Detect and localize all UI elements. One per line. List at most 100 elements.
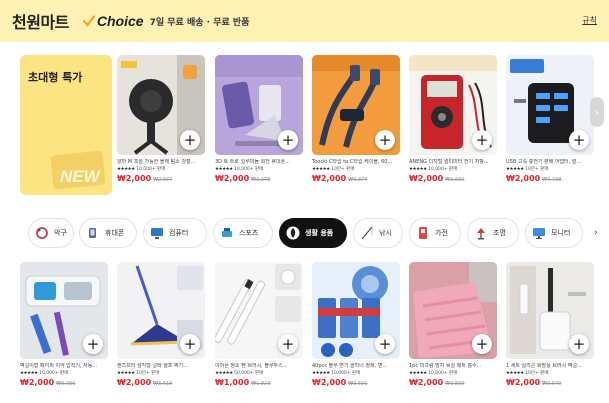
choice-banner: 천원마트 Choice 7일 무료 배송 · 무료 반품 규칙 [0,0,609,42]
category-label: 악구 [54,229,67,237]
phone-holder-icon [89,228,96,238]
category-next-icon[interactable]: › [594,228,598,238]
product-image[interactable]: + [506,55,594,155]
add-to-cart-button[interactable]: + [278,334,298,354]
rules-link[interactable]: 규칙 [582,15,597,26]
product-card[interactable]: + 이어폰 청소 펜 브러시, 블루투스... ★★★★★ 50,000+ 판매… [215,262,303,387]
rating-stars: ★★★★★ [117,371,135,376]
category-label: 생활 용품 [305,229,334,237]
category-label: 조명 [493,229,506,237]
product-price: ₩1,000 ₩1,823 [215,378,303,387]
category-chip-appliance[interactable]: 가전 [409,218,461,248]
choice-label: Choice [96,13,144,29]
add-to-cart-button[interactable]: + [83,334,103,354]
product-image[interactable]: + [117,55,205,155]
add-to-cart-button[interactable]: + [375,130,395,150]
product-price: ₩2,000 ₩3,501 [312,378,400,387]
product-card[interactable]: + 1 세트 실리콘 화장실 브러시 벽걸... ★★★★★ 10만+ 판매 ₩… [506,262,594,387]
product-card[interactable]: + 핸즈프리 삼각형 걸레 셀프 짜기... ★★★★★ 10만+ 판매 ₩2,… [117,262,205,387]
product-title[interactable]: 40pcs 블루 변기 클리너 정제, 변... [312,363,400,370]
product-title[interactable]: 벽걸이형 페이퍼 치약 압착기, 자동... [20,363,108,370]
rating-stars: ★★★★★ [312,167,330,172]
sale-price: ₩2,000 [117,378,152,387]
product-price: ₩2,000 ₩3,570 [506,378,594,387]
appliance-icon [419,227,427,239]
category-chip-fishing[interactable]: 낚시 [353,218,403,248]
sale-price: ₩2,000 [312,174,347,183]
category-label: 모니터 [551,229,571,237]
product-image[interactable]: + [409,262,497,359]
product-rating: ★★★★★ 10만+ 판매 [506,371,594,377]
product-card[interactable]: + USB 고속 충전기 분배 어댑터, 멀... ★★★★★ 10만+ 판매 … [506,55,594,183]
product-rating: ★★★★★ 10,000+ 판매 [20,371,108,377]
product-image[interactable]: + [20,262,108,359]
product-image[interactable]: + [215,55,303,155]
product-rating: ★★★★★ 10만+ 판매 [117,371,205,377]
product-price: ₩2,000 ₩3,669 [409,174,497,183]
category-chip-accessories[interactable]: 악구 [28,218,74,248]
sales-count: 10,000+ 판매 [39,371,69,376]
product-card[interactable]: + Toocki C타입 to C타입 케이블, 60... ★★★★★ 10만… [312,55,400,183]
sale-price: ₩2,000 [506,174,541,183]
product-rating: ★★★★★ 10,000+ 판매 [312,371,400,377]
category-chip-computer[interactable]: 컴퓨터 [143,218,207,248]
rating-stars: ★★★★★ [20,371,38,376]
product-image[interactable]: + [312,55,400,155]
product-title[interactable]: 1pc 미끄럼 방지 욕실 매트 흡수... [409,363,497,370]
product-image[interactable]: + [409,55,497,155]
check-icon [82,15,95,27]
sales-count: 10,000+ 판매 [331,371,361,376]
category-chip-lighting[interactable]: 조명 [467,218,519,248]
product-title[interactable]: USB 고속 충전기 분배 어댑터, 멀... [506,159,594,166]
lamp-icon [477,228,485,240]
shipping-promo: 7일 무료 배송 · 무료 반품 [149,17,250,28]
category-label: 컴퓨터 [169,229,189,237]
product-card[interactable]: + 1pc 미끄럼 방지 욕실 매트 흡수... ★★★★★ 10,000+ 판… [409,262,497,387]
rating-stars: ★★★★★ [117,167,135,172]
product-price: ₩2,000 ₩2,937 [117,174,205,183]
category-chip-phone[interactable]: 휴대폰 [79,218,137,248]
product-title[interactable]: ANENG 디지털 멀티미터 전기 저항... [409,159,497,166]
product-card[interactable]: + 40pcs 블루 변기 클리너 정제, 변... ★★★★★ 10,000+… [312,262,400,387]
product-card[interactable]: + 알마 M 조절 가능한 블랙 탐소 강철... ★★★★★ 10,000+ … [117,55,205,183]
original-price: ₩3,086 [56,381,76,387]
category-chip-monitor[interactable]: 모니터 [525,218,583,248]
category-label: 휴대폰 [105,229,125,237]
add-to-cart-button[interactable]: + [569,334,589,354]
product-title[interactable]: Toocki C타입 to C타입 케이블, 60... [312,159,400,166]
sale-price: ₩2,000 [117,174,152,183]
category-chip-home-goods[interactable]: 생활 용품 [279,218,347,248]
original-price: ₩3,374 [348,177,368,183]
product-card[interactable]: + 벽걸이형 페이퍼 치약 압착기, 자동... ★★★★★ 10,000+ 판… [20,262,108,387]
product-image[interactable]: + [117,262,205,359]
rating-stars: ★★★★★ [215,167,233,172]
super-deal-card[interactable]: 초대형 특가 NEW [20,55,112,195]
add-to-cart-button[interactable]: + [472,334,492,354]
carousel-next-button[interactable]: › [590,97,604,127]
product-rating: ★★★★★ 10만+ 판매 [506,167,594,173]
add-to-cart-button[interactable]: + [180,334,200,354]
product-title[interactable]: 1 세트 실리콘 화장실 브러시 벽걸... [506,363,594,370]
product-title[interactable]: 3D 토 트로 일루미늄 회전 휴대폰... [215,159,303,166]
fishing-rod-icon [361,226,373,240]
product-image[interactable]: + [215,262,303,359]
monitor-icon [533,228,545,239]
rating-stars: ★★★★★ [409,371,427,376]
add-to-cart-button[interactable]: + [180,130,200,150]
product-card[interactable]: + ANENG 디지털 멀티미터 전기 저항... ★★★★★ 10,000+ … [409,55,497,183]
product-title[interactable]: 이어폰 청소 펜 브러시, 블루투스... [215,363,303,370]
product-title[interactable]: 핸즈프리 삼각형 걸레 셀프 짜기... [117,363,205,370]
add-to-cart-button[interactable]: + [569,130,589,150]
rating-stars: ★★★★★ [409,167,427,172]
add-to-cart-button[interactable]: + [278,130,298,150]
product-image[interactable]: + [506,262,594,359]
add-to-cart-button[interactable]: + [472,130,492,150]
add-to-cart-button[interactable]: + [375,334,395,354]
original-price: ₩2,937 [153,177,173,183]
product-title[interactable]: 알마 M 조절 가능한 블랙 탐소 강철... [117,159,205,166]
product-image[interactable]: + [312,262,400,359]
category-chip-sports[interactable]: 스포츠 [213,218,273,248]
sale-price: ₩2,000 [409,174,444,183]
original-price: ₩3,570 [542,381,562,387]
product-card[interactable]: + 3D 토 트로 일루미늄 회전 휴대폰... ★★★★★ 10,000+ 판… [215,55,303,183]
